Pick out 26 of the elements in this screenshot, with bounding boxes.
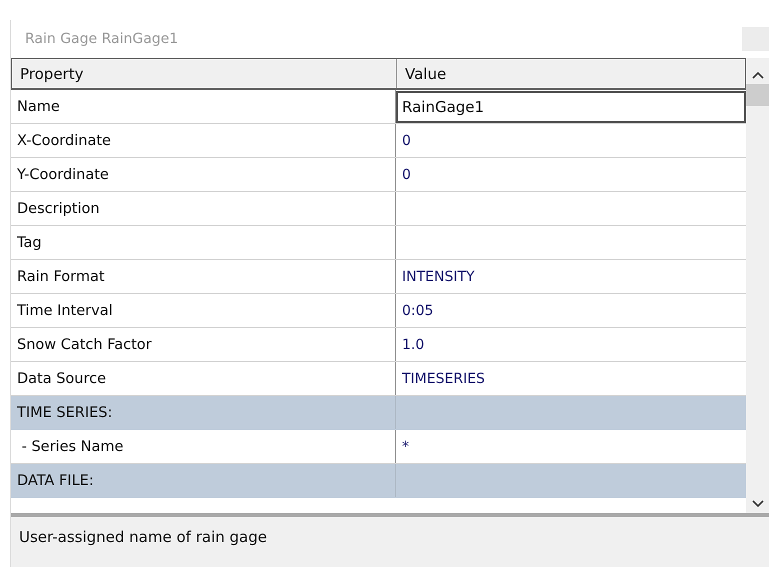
value-cell[interactable]: INTENSITY [396, 260, 746, 293]
value-cell[interactable]: 0 [396, 124, 746, 157]
property-cell: Y-Coordinate [11, 158, 396, 191]
value-cell[interactable]: 0:05 [396, 294, 746, 327]
value-cell[interactable]: 1.0 [396, 328, 746, 361]
property-cell: - Series Name [11, 430, 396, 463]
value-cell[interactable]: * [396, 430, 746, 463]
window-title: Rain Gage RainGage1 [25, 31, 178, 47]
section-cell: TIME SERIES: [11, 396, 396, 429]
value-cell[interactable]: 0 [396, 158, 746, 191]
property-cell: Tag [11, 226, 396, 259]
scroll-thumb[interactable] [746, 84, 769, 106]
description-text: User-assigned name of rain gage [19, 528, 267, 546]
value-cell[interactable]: TIMESERIES [396, 362, 746, 395]
property-cell: Data Source [11, 362, 396, 395]
scroll-down-icon[interactable] [751, 499, 765, 509]
scroll-up-icon[interactable] [751, 70, 765, 80]
section-cell: DATA FILE: [11, 464, 396, 497]
property-cell: Rain Format [11, 260, 396, 293]
property-cell: Snow Catch Factor [11, 328, 396, 361]
property-cell: X-Coordinate [11, 124, 396, 157]
property-cell: Time Interval [11, 294, 396, 327]
property-cell: Description [11, 192, 396, 225]
column-header: Value [404, 64, 448, 84]
value-field[interactable]: RainGage1 [396, 91, 746, 123]
column-header: Property [12, 59, 397, 88]
